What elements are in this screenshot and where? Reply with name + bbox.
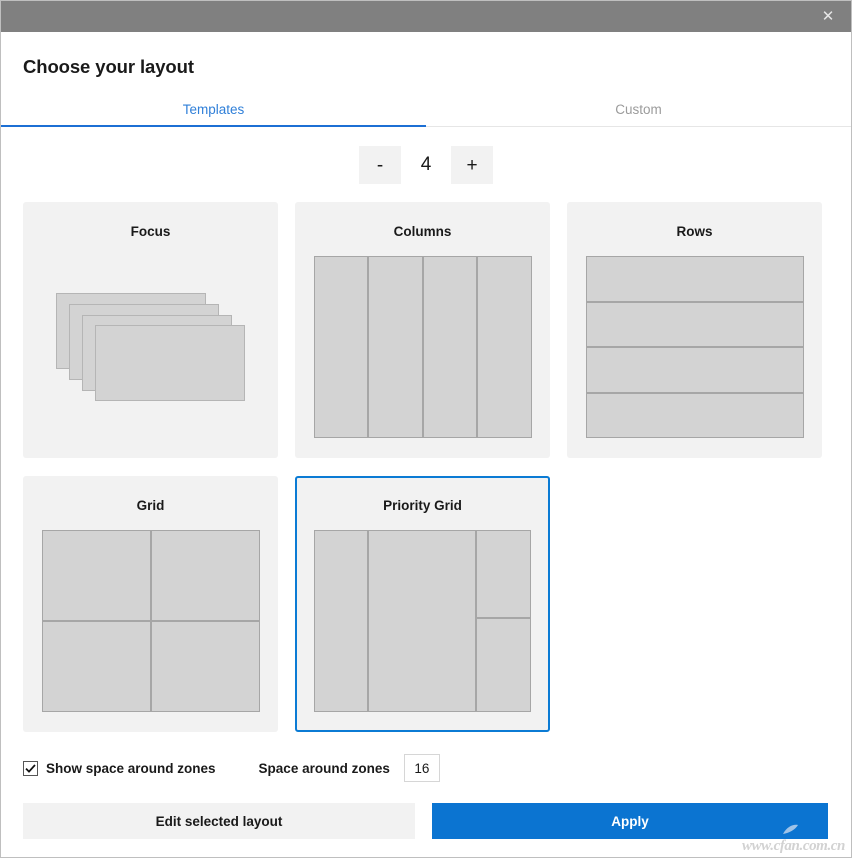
zone (585, 256, 804, 302)
template-card-focus[interactable]: Focus (23, 202, 278, 458)
tab-custom[interactable]: Custom (426, 96, 851, 126)
template-card-columns[interactable]: Columns (295, 202, 550, 458)
zone (475, 530, 532, 619)
priority-grid-preview (313, 530, 532, 712)
zone (475, 618, 532, 712)
template-label: Focus (130, 224, 171, 239)
template-label: Priority Grid (383, 498, 462, 513)
zone (422, 256, 477, 438)
checkmark-icon (23, 760, 38, 776)
zone (41, 621, 151, 712)
zone-count-value: 4 (420, 154, 432, 175)
space-around-zones-input[interactable] (403, 754, 440, 782)
dialog-header: Choose your layout (1, 32, 851, 78)
grid-preview (41, 530, 260, 712)
zone (313, 530, 368, 712)
close-icon[interactable]: ✕ (805, 1, 851, 32)
tab-bar: Templates Custom (1, 96, 851, 127)
zone (585, 392, 804, 438)
template-card-rows[interactable]: Rows (567, 202, 822, 458)
columns-preview (313, 256, 532, 438)
template-card-priority-grid[interactable]: Priority Grid (295, 476, 550, 732)
window-title (1, 1, 805, 32)
template-grid: Focus Columns Rows Grid Priority Grid (1, 184, 851, 732)
template-label: Rows (676, 224, 713, 239)
tab-templates[interactable]: Templates (1, 96, 426, 127)
rows-preview (585, 256, 804, 438)
template-card-grid[interactable]: Grid (23, 476, 278, 732)
choose-layout-dialog: ✕ Choose your layout Templates Custom - … (0, 0, 852, 858)
zone-count-decrement-button[interactable]: - (359, 146, 401, 184)
layout-options: Show space around zones Space around zon… (1, 732, 851, 782)
zone (368, 256, 423, 438)
apply-button[interactable]: Apply (432, 803, 828, 839)
zone (477, 256, 532, 438)
zone (313, 256, 368, 438)
show-space-around-zones-label: Show space around zones (46, 760, 216, 776)
focus-preview (42, 256, 260, 438)
template-label: Columns (393, 224, 452, 239)
space-around-zones-group: Space around zones (259, 754, 440, 782)
watermark-text: www.cfan.com.cn (741, 838, 845, 854)
zone (150, 621, 260, 712)
zone (585, 301, 804, 347)
zone (368, 530, 476, 712)
title-bar: ✕ (1, 1, 851, 32)
edit-selected-layout-button[interactable]: Edit selected layout (23, 803, 415, 839)
focus-window-4 (94, 325, 245, 401)
page-title: Choose your layout (23, 56, 194, 77)
show-space-around-zones-checkbox[interactable]: Show space around zones (23, 760, 216, 776)
zone-count-stepper: - 4 + (1, 146, 851, 184)
dialog-footer: Edit selected layout Apply (1, 782, 851, 839)
zone (150, 530, 260, 621)
template-label: Grid (136, 498, 165, 513)
zone-count-increment-button[interactable]: + (451, 146, 493, 184)
zone (41, 530, 151, 621)
zone (585, 347, 804, 393)
space-around-zones-label: Space around zones (258, 760, 390, 776)
